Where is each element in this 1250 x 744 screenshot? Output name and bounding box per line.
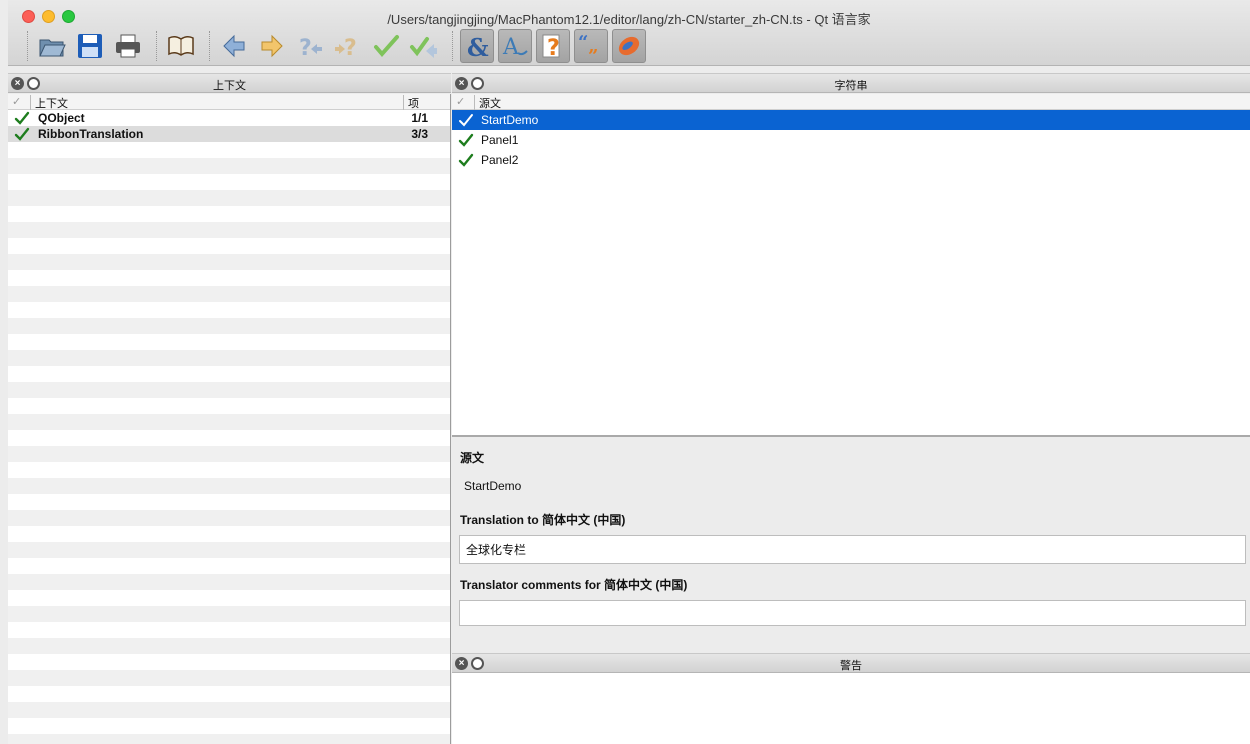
- context-name: RibbonTranslation: [38, 127, 144, 141]
- window-title: /Users/tangjingjing/MacPhantom12.1/edito…: [387, 12, 871, 27]
- phrasebook-button[interactable]: [164, 29, 198, 63]
- context-column-label[interactable]: 上下文: [30, 95, 68, 111]
- next-icon: [261, 34, 283, 58]
- string-row-panel2[interactable]: Panel2: [452, 150, 1250, 170]
- prev-unfinished-icon: ?: [299, 36, 322, 61]
- svg-text:?: ?: [299, 36, 312, 61]
- translation-input[interactable]: 全球化专栏: [459, 535, 1246, 564]
- context-column-header: ✓ 上下文 项: [8, 94, 450, 111]
- svg-text:?: ?: [547, 36, 560, 61]
- place-markers-toggle[interactable]: [612, 29, 646, 63]
- status-column-check-icon[interactable]: ✓: [456, 95, 465, 108]
- string-source: StartDemo: [481, 113, 539, 127]
- accelerators-icon: &: [467, 33, 489, 61]
- quotes-icon: “”: [578, 32, 598, 61]
- strings-pane: ✓ 源文 StartDemo Panel1 Panel2: [452, 94, 1250, 437]
- strings-column-header: ✓ 源文: [452, 94, 1250, 111]
- strings-pane-title: 字符串: [834, 80, 868, 92]
- prev-icon: [223, 34, 245, 58]
- check-icon: [14, 111, 30, 125]
- check-icon: [458, 153, 474, 167]
- print-button[interactable]: [111, 29, 145, 63]
- phrasebook-icon: [168, 35, 194, 56]
- save-button[interactable]: [73, 29, 107, 63]
- string-source: Panel1: [481, 133, 519, 147]
- translation-heading: Translation to 简体中文 (中国): [460, 513, 626, 527]
- main-toolbar: ? ? & A ? “”: [20, 27, 650, 65]
- translation-editor: 源文 StartDemo Translation to 简体中文 (中国) 全球…: [452, 439, 1250, 651]
- place-markers-icon: [618, 36, 640, 56]
- warnings-pane-header: × 警告: [452, 653, 1250, 673]
- context-pane-header: × 上下文: [8, 73, 451, 93]
- toolbar-separator: [27, 31, 28, 61]
- string-row-panel1[interactable]: Panel1: [452, 130, 1250, 150]
- context-pane-title: 上下文: [213, 80, 246, 92]
- prev-unfinished-button[interactable]: ?: [293, 29, 327, 63]
- source-text: StartDemo: [464, 479, 522, 493]
- ending-punctuation-toggle[interactable]: A: [498, 29, 532, 63]
- open-button[interactable]: [35, 29, 69, 63]
- context-row-ribbontranslation[interactable]: RibbonTranslation 3/3: [8, 126, 450, 142]
- next-button[interactable]: [255, 29, 289, 63]
- check-icon: [14, 127, 30, 141]
- toolbar-separator: [209, 31, 210, 61]
- done-next-icon: [410, 37, 437, 58]
- source-column-label[interactable]: 源文: [474, 95, 501, 111]
- done-button[interactable]: [369, 29, 403, 63]
- warnings-pane-title: 警告: [840, 660, 862, 672]
- svg-text:A: A: [502, 35, 520, 60]
- open-icon: [39, 39, 66, 57]
- phrase-matches-toggle[interactable]: ?: [536, 29, 570, 63]
- context-list: QObject 1/1 RibbonTranslation 3/3: [8, 110, 450, 744]
- done-icon: [374, 35, 399, 58]
- next-unfinished-button[interactable]: ?: [331, 29, 365, 63]
- context-count: 1/1: [411, 111, 428, 125]
- svg-text:?: ?: [344, 36, 357, 61]
- source-text-heading: 源文: [460, 451, 485, 465]
- next-unfinished-icon: ?: [335, 36, 357, 61]
- warnings-list: [452, 673, 1250, 744]
- toolbar-separator: [156, 31, 157, 61]
- svg-text:&: &: [467, 33, 489, 61]
- items-column-label[interactable]: 项: [403, 95, 419, 111]
- accelerators-toggle[interactable]: &: [460, 29, 494, 63]
- check-icon: [459, 114, 473, 127]
- window-titlebar: /Users/tangjingjing/MacPhantom12.1/edito…: [8, 0, 1250, 66]
- save-icon: [78, 34, 102, 58]
- translator-comments-heading: Translator comments for 简体中文 (中国): [460, 578, 688, 592]
- status-column-check-icon[interactable]: ✓: [12, 95, 21, 108]
- print-icon: [116, 34, 140, 58]
- svg-text:“: “: [578, 32, 588, 53]
- context-row-qobject[interactable]: QObject 1/1: [8, 110, 450, 126]
- strings-pane-header: × 字符串: [452, 73, 1250, 93]
- check-icon: [458, 133, 474, 147]
- prev-button[interactable]: [217, 29, 251, 63]
- done-next-button[interactable]: [407, 29, 441, 63]
- ending-punctuation-icon: A: [502, 35, 528, 60]
- phrase-matches-icon: ?: [542, 34, 560, 61]
- svg-text:”: ”: [588, 46, 598, 61]
- context-count: 3/3: [411, 127, 428, 141]
- context-pane: ✓ 上下文 项 QObject 1/1 RibbonTranslation 3/…: [8, 94, 451, 744]
- quotes-toggle[interactable]: “”: [574, 29, 608, 63]
- string-row-startdemo[interactable]: StartDemo: [452, 110, 1250, 130]
- string-source: Panel2: [481, 153, 519, 167]
- context-name: QObject: [38, 111, 85, 125]
- translator-comments-input[interactable]: [459, 600, 1246, 626]
- toolbar-separator: [452, 31, 453, 61]
